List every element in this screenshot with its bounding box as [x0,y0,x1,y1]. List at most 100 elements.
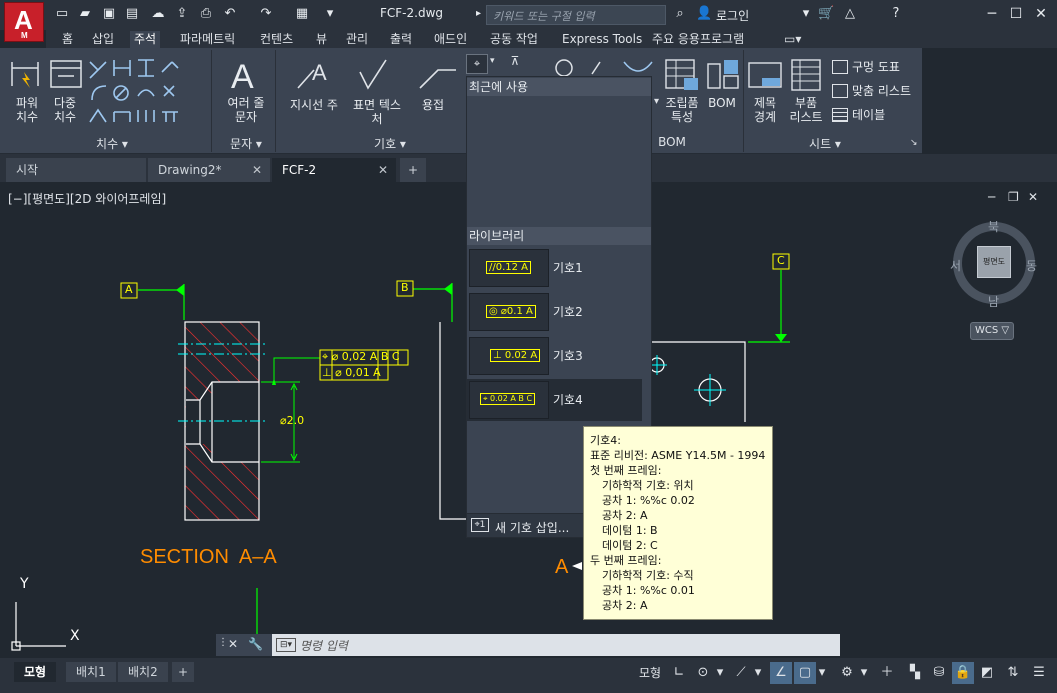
panel-title-symbol[interactable]: 기호 ▾ [360,135,420,152]
polar-icon[interactable]: ∠ [770,662,792,684]
tab-addins[interactable]: 애드인 [430,31,471,48]
panel-launcher-icon[interactable]: ↘ [910,138,918,148]
command-input[interactable]: 명령 입력 [300,637,820,653]
osnap-icon[interactable]: ▢ [794,662,816,684]
tab-content[interactable]: 컨텐츠 [256,31,297,48]
title-border-icon[interactable] [748,60,782,90]
lock-ui-icon[interactable]: 🔒 [952,662,974,684]
gear-icon[interactable]: ⚙ [836,662,858,684]
new-tab-button[interactable]: + [400,158,426,182]
grip-icon[interactable]: ⋮ [218,637,228,648]
autodesk-a360-icon[interactable]: △ [842,6,858,22]
share-icon[interactable]: ⇪ [174,6,190,22]
tab-home[interactable]: 홈 [58,31,77,48]
datum-symbol-icon[interactable]: ⊼ [505,54,525,74]
fits-list-button[interactable]: 맞춤 리스트 [852,84,911,98]
welding-symbol-label[interactable]: 용접 [418,98,448,112]
login-dropdown-icon[interactable]: ▾ [798,6,814,22]
binoculars-icon[interactable]: ⌕ [672,6,688,22]
welding-symbol-icon[interactable] [418,58,458,94]
assembly-properties-icon[interactable] [664,58,700,92]
close-tab-icon[interactable]: ✕ [378,158,388,182]
tab-featured-apps[interactable]: 주요 응용프로그램 [648,31,748,48]
symbol-more-dropdown-icon[interactable]: ▾ [654,96,659,107]
close-window-button[interactable]: ✕ [1029,4,1053,24]
tab-output[interactable]: 출력 [386,31,416,48]
undo-icon[interactable]: ↶ [222,6,238,22]
panel-title-text[interactable]: 문자 ▾ [216,135,276,152]
leader-note-label[interactable]: 지시선 주 [284,98,344,112]
search-arrow-icon[interactable]: ▸ [476,8,481,19]
help-icon[interactable]: ? [888,6,904,22]
customize-dropdown-icon[interactable]: ▾ [322,6,338,22]
workspace-icon[interactable]: ▦ [294,6,310,22]
snap-dropdown-icon[interactable]: ▾ [714,662,726,684]
grid-icon[interactable]: ∟ [668,662,690,684]
close-command-line-icon[interactable]: ✕ [228,637,238,651]
hole-chart-icon[interactable] [832,60,848,74]
ribbon-options-icon[interactable]: ▭▾ [780,31,805,48]
library-item-symbol2[interactable]: ◎ ⌀0.1 A 기호2 [467,291,642,333]
doc-tab-start[interactable]: 시작 [6,158,146,182]
save-icon[interactable]: ▣ [101,6,117,22]
compass-north[interactable]: 북 [988,218,999,235]
panel-title-dimensions[interactable]: 치수 ▾ [62,135,162,152]
restore-window-button[interactable]: ☐ [1004,4,1028,24]
panel-title-sheet[interactable]: 시트 ▾ [790,135,860,152]
layout-tab-model[interactable]: 모형 [14,662,57,682]
print-icon[interactable]: ⎙ [198,6,214,22]
application-menu-button[interactable]: A M [4,2,44,42]
login-link[interactable]: 로그인 [716,7,749,24]
workspace-switch-icon[interactable]: ⛁ [928,662,950,684]
tab-express-tools[interactable]: Express Tools [558,31,646,48]
save-as-icon[interactable]: ▤ [124,6,140,22]
doc-tab-drawing2[interactable]: Drawing2* ✕ [148,158,270,182]
open-folder-icon[interactable]: ▰ [77,6,93,22]
bom-icon[interactable] [706,58,740,92]
fits-list-icon[interactable] [832,84,848,98]
table-button[interactable]: 테이블 [852,108,885,122]
tab-view[interactable]: 뷰 [312,31,331,48]
minimize-window-button[interactable]: ─ [980,4,1004,24]
parts-list-icon[interactable] [790,58,822,92]
tab-parametric[interactable]: 파라메트릭 [176,31,239,48]
panel-title-bom[interactable]: BOM [652,135,692,152]
doc-tab-fcf2[interactable]: FCF-2 ✕ [272,158,396,182]
model-space-button[interactable]: 모형 [634,662,666,684]
osnap-dropdown-icon[interactable]: ▾ [816,662,828,684]
tab-annotate[interactable]: 주석 [130,31,161,48]
add-layout-button[interactable]: + [172,662,195,682]
snap-icon[interactable]: ⊙ [692,662,714,684]
ortho-dropdown-icon[interactable]: ▾ [752,662,764,684]
library-item-symbol4[interactable]: ⌖ 0.02 A B C 기호4 [467,379,642,421]
viewcube-top-face[interactable]: 평면도 [977,246,1011,278]
compass-south[interactable]: 남 [988,293,999,310]
tab-collaborate[interactable]: 공동 작업 [486,31,542,48]
multi-dimension-icon[interactable] [48,56,84,92]
hole-chart-button[interactable]: 구멍 도표 [852,60,900,74]
fcf-gallery-dropdown-icon[interactable]: ▾ [490,56,495,66]
compass-west[interactable]: 서 [950,257,961,274]
settings-dropdown-icon[interactable]: ▾ [858,662,870,684]
table-icon[interactable] [832,108,848,122]
library-item-symbol1[interactable]: //0.12 A 기호1 [467,247,642,289]
customize-status-bar-icon[interactable]: ☰ [1028,662,1050,684]
wcs-menu-button[interactable]: WCS ▽ [970,322,1014,340]
layout-tab-layout1[interactable]: 배치1 [66,662,116,682]
cart-icon[interactable]: 🛒 [818,6,834,22]
dimension-tools-grid[interactable] [88,56,206,126]
layout-tab-layout2[interactable]: 배치2 [118,662,168,682]
fcf-gallery-button[interactable]: ⌖ [466,54,488,74]
hardware-acceleration-icon[interactable]: ⇅ [1002,662,1024,684]
search-input[interactable]: 키워드 또는 구절 입력 [486,5,666,25]
customize-wrench-icon[interactable]: 🔧 [248,637,263,651]
multiline-text-icon[interactable]: A [228,58,262,94]
library-item-symbol3[interactable]: ⊥ 0.02 A 기호3 [467,335,642,377]
surface-texture-icon[interactable] [356,58,396,94]
compass-east[interactable]: 동 [1026,257,1037,274]
tab-manage[interactable]: 관리 [342,31,372,48]
leader-note-icon[interactable]: A [294,58,334,94]
power-dimension-icon[interactable] [8,56,44,92]
annotation-scale-icon[interactable]: ▚ [904,662,926,684]
command-history-icon[interactable]: ⊟▾ [276,638,296,652]
